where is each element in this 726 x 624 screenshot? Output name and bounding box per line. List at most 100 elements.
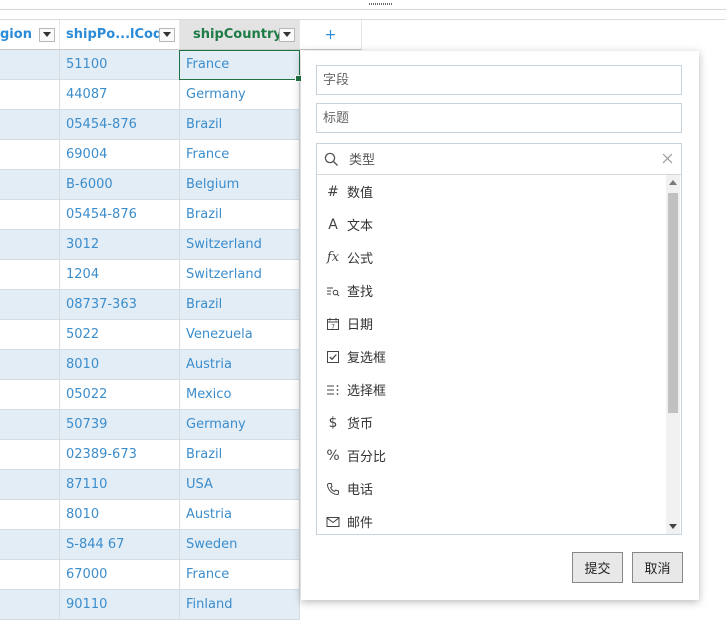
table-row: 50739 Germany: [0, 410, 300, 440]
country-cell[interactable]: Brazil: [180, 110, 300, 140]
type-listbox[interactable]: # 数值 A 文本 fx 公式查找 7 日期复选框选择框 $ 货币% 百分比电话邮件: [316, 143, 682, 535]
postal-code-cell[interactable]: 3012: [60, 230, 180, 260]
region-cell[interactable]: [0, 500, 60, 530]
type-option[interactable]: % 百分比: [317, 439, 665, 472]
postal-code-cell[interactable]: 87110: [60, 470, 180, 500]
table-row: 44087 Germany: [0, 80, 300, 110]
country-cell[interactable]: France: [180, 560, 300, 590]
country-cell[interactable]: Brazil: [180, 200, 300, 230]
type-option[interactable]: 查找: [317, 274, 665, 307]
table-row: 05454-876 Brazil: [0, 200, 300, 230]
type-option[interactable]: $ 货币: [317, 406, 665, 439]
postal-code-cell[interactable]: B-6000: [60, 170, 180, 200]
splitter-grip-icon[interactable]: [369, 3, 392, 5]
postal-code-cell[interactable]: 50739: [60, 410, 180, 440]
region-cell[interactable]: [0, 170, 60, 200]
region-cell[interactable]: [0, 200, 60, 230]
add-column-button[interactable]: +: [300, 20, 362, 50]
country-cell[interactable]: Austria: [180, 500, 300, 530]
cancel-button[interactable]: 取消: [632, 552, 683, 583]
type-option[interactable]: A 文本: [317, 208, 665, 241]
close-icon[interactable]: [662, 153, 673, 164]
region-cell[interactable]: [0, 350, 60, 380]
postal-code-cell[interactable]: 67000: [60, 560, 180, 590]
type-option-label: 邮件: [347, 516, 374, 531]
type-option[interactable]: 电话: [317, 472, 665, 505]
postal-code-cell[interactable]: 51100: [60, 50, 180, 80]
postal-code-cell[interactable]: 05022: [60, 380, 180, 410]
type-option[interactable]: 选择框: [317, 373, 665, 406]
region-cell[interactable]: [0, 80, 60, 110]
region-cell[interactable]: [0, 590, 60, 620]
add-column-panel: # 数值 A 文本 fx 公式查找 7 日期复选框选择框 $ 货币% 百分比电话邮件 提交 取消: [301, 51, 699, 600]
region-cell[interactable]: [0, 410, 60, 440]
scroll-up-arrow-icon[interactable]: [669, 180, 677, 185]
country-cell[interactable]: France: [180, 140, 300, 170]
country-cell[interactable]: Venezuela: [180, 320, 300, 350]
submit-button[interactable]: 提交: [572, 552, 623, 583]
plus-icon: +: [324, 26, 337, 43]
country-cell[interactable]: Brazil: [180, 290, 300, 320]
column-header-shippostalcode[interactable]: shipPo...lCode: [60, 20, 180, 50]
region-cell[interactable]: [0, 320, 60, 350]
formula-icon: fx: [326, 250, 340, 265]
type-search-input[interactable]: [347, 148, 641, 172]
type-option[interactable]: 邮件: [317, 505, 665, 538]
table-row: 8010 Austria: [0, 500, 300, 530]
type-option[interactable]: 7 日期: [317, 307, 665, 340]
postal-code-cell[interactable]: 05454-876: [60, 200, 180, 230]
region-cell[interactable]: [0, 230, 60, 260]
scrollbar-thumb[interactable]: [668, 193, 678, 413]
region-cell[interactable]: [0, 440, 60, 470]
country-cell[interactable]: Germany: [180, 80, 300, 110]
pane-splitter[interactable]: [0, 0, 726, 10]
region-cell[interactable]: [0, 470, 60, 500]
type-option-label: 货币: [347, 417, 374, 432]
postal-code-cell[interactable]: 44087: [60, 80, 180, 110]
column-filter-dropdown-icon[interactable]: [159, 27, 175, 42]
country-cell[interactable]: Belgium: [180, 170, 300, 200]
region-cell[interactable]: [0, 260, 60, 290]
country-cell[interactable]: Switzerland: [180, 260, 300, 290]
region-cell[interactable]: [0, 290, 60, 320]
type-option-label: 电话: [347, 483, 374, 498]
postal-code-cell[interactable]: 69004: [60, 140, 180, 170]
column-filter-dropdown-icon[interactable]: [279, 27, 295, 42]
region-cell[interactable]: [0, 560, 60, 590]
column-header-shipcountry[interactable]: shipCountry: [180, 20, 300, 50]
type-option[interactable]: # 数值: [317, 175, 665, 208]
scroll-down-arrow-icon[interactable]: [669, 524, 677, 529]
column-header-region[interactable]: gion: [0, 20, 60, 50]
postal-code-cell[interactable]: S-844 67: [60, 530, 180, 560]
region-cell[interactable]: [0, 380, 60, 410]
postal-code-cell[interactable]: 08737-363: [60, 290, 180, 320]
postal-code-cell[interactable]: 05454-876: [60, 110, 180, 140]
svg-text:7: 7: [331, 323, 335, 330]
country-cell[interactable]: Brazil: [180, 440, 300, 470]
region-cell[interactable]: [0, 140, 60, 170]
table-row: 87110 USA: [0, 470, 300, 500]
country-cell[interactable]: Sweden: [180, 530, 300, 560]
postal-code-cell[interactable]: 02389-673: [60, 440, 180, 470]
postal-code-cell[interactable]: 8010: [60, 350, 180, 380]
postal-code-cell[interactable]: 5022: [60, 320, 180, 350]
country-cell[interactable]: Finland: [180, 590, 300, 620]
country-cell[interactable]: Mexico: [180, 380, 300, 410]
country-cell[interactable]: Austria: [180, 350, 300, 380]
country-cell[interactable]: Switzerland: [180, 230, 300, 260]
region-cell[interactable]: [0, 110, 60, 140]
type-option[interactable]: 复选框: [317, 340, 665, 373]
table-row: 5022 Venezuela: [0, 320, 300, 350]
region-cell[interactable]: [0, 530, 60, 560]
country-cell[interactable]: USA: [180, 470, 300, 500]
region-cell[interactable]: [0, 50, 60, 80]
postal-code-cell[interactable]: 90110: [60, 590, 180, 620]
type-option[interactable]: fx 公式: [317, 241, 665, 274]
field-input[interactable]: [316, 65, 682, 95]
postal-code-cell[interactable]: 8010: [60, 500, 180, 530]
country-cell[interactable]: Germany: [180, 410, 300, 440]
column-filter-dropdown-icon[interactable]: [39, 27, 55, 42]
title-input[interactable]: [316, 103, 682, 133]
postal-code-cell[interactable]: 1204: [60, 260, 180, 290]
list-scrollbar[interactable]: [666, 175, 680, 534]
